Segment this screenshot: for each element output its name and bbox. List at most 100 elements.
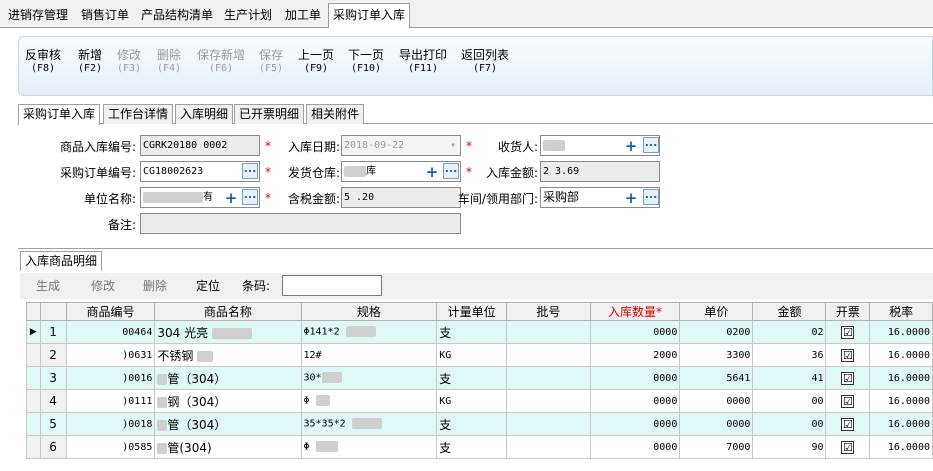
col-tax-rate[interactable]: 税率 <box>869 302 933 321</box>
cell-item-name[interactable]: 管（304） <box>154 412 302 436</box>
invoice-checkbox[interactable]: ☑ <box>841 372 855 385</box>
cell-qty[interactable]: 0000 <box>589 366 681 390</box>
browse-unit-button[interactable]: ... <box>242 189 258 205</box>
col-batch[interactable]: 批号 <box>506 302 591 321</box>
col-price[interactable]: 单价 <box>679 302 754 321</box>
tab-attachments[interactable]: 相关附件 <box>306 104 365 124</box>
cell-tax-rate[interactable]: 16.0000 <box>869 412 933 436</box>
cell-qty[interactable]: 0000 <box>589 412 681 436</box>
cell-price[interactable]: 5641 <box>679 366 754 390</box>
cell-spec[interactable]: 12# <box>300 343 438 367</box>
date-field[interactable]: 2018-09-22 ▾ <box>341 135 461 156</box>
doc-tab-production-plan[interactable]: 生产计划 <box>220 4 276 28</box>
cell-amount[interactable]: 41 <box>752 366 827 390</box>
save-new-button[interactable]: 保存新增 (F6) <box>197 49 245 75</box>
save-button[interactable]: 保存 (F5) <box>259 49 283 75</box>
cell-amount[interactable]: 02 <box>752 320 827 344</box>
invoice-checkbox[interactable]: ☑ <box>841 418 855 431</box>
receiver-field[interactable] <box>540 135 660 156</box>
col-item-code[interactable]: 商品编号 <box>65 302 156 321</box>
doc-tab-sales-order[interactable]: 销售订单 <box>77 4 133 28</box>
cell-qty[interactable]: 0000 <box>589 389 681 413</box>
cell-tax-rate[interactable]: 16.0000 <box>869 343 933 367</box>
invoice-checkbox[interactable]: ☑ <box>841 349 855 362</box>
cell-price[interactable]: 0200 <box>679 320 754 344</box>
doc-tab-work-order[interactable]: 加工单 <box>281 4 325 28</box>
browse-dept-button[interactable]: ... <box>643 189 659 205</box>
table-row[interactable]: 2 )0631 不锈钢 12# KG 2000 3300 36 ☑ 16.000… <box>26 343 933 367</box>
cell-price[interactable]: 7000 <box>679 435 754 459</box>
cell-amount[interactable]: 90 <box>752 435 827 459</box>
cell-item-name[interactable]: 管(304) <box>154 435 302 459</box>
cell-item-code[interactable]: )0018 <box>65 412 156 436</box>
row-delete-button[interactable]: 删除 <box>143 273 167 299</box>
cell-unit[interactable]: 支 <box>436 366 508 390</box>
cell-item-name[interactable]: 不锈钢 <box>154 343 302 367</box>
table-row[interactable]: 6 )0585 管(304) Φ 支 0000 7000 90 ☑ 16.000… <box>26 435 933 459</box>
generate-button[interactable]: 生成 <box>36 273 60 299</box>
cell-qty[interactable]: 2000 <box>589 343 681 367</box>
cell-unit[interactable]: 支 <box>436 320 508 344</box>
cell-invoice[interactable]: ☑ <box>825 389 871 413</box>
col-unit[interactable]: 计量单位 <box>436 302 508 321</box>
table-row[interactable]: ▶ 1 00464 304 光亮 Φ141*2 支 0000 0200 02 ☑… <box>26 320 933 344</box>
browse-warehouse-button[interactable]: ... <box>443 163 459 179</box>
col-item-name[interactable]: 商品名称 <box>154 302 302 321</box>
doc-tab-inventory[interactable]: 进销存管理 <box>4 4 72 28</box>
cell-unit[interactable]: 支 <box>436 412 508 436</box>
delete-button[interactable]: 删除 (F4) <box>157 49 181 75</box>
edit-button[interactable]: 修改 (F3) <box>117 49 141 75</box>
calendar-dropdown-icon[interactable]: ▾ <box>450 136 456 155</box>
back-to-list-button[interactable]: 返回列表 (F7) <box>461 49 509 75</box>
new-button[interactable]: 新增 (F2) <box>78 49 102 75</box>
table-row[interactable]: 5 )0018 管（304） 35*35*2 支 0000 0000 00 ☑ … <box>26 412 933 436</box>
cell-invoice[interactable]: ☑ <box>825 343 871 367</box>
tab-purchase-receipt[interactable]: 采购订单入库 <box>18 104 101 125</box>
cell-item-code[interactable]: )0631 <box>65 343 156 367</box>
cell-price[interactable]: 0000 <box>679 389 754 413</box>
cell-item-code[interactable]: )0585 <box>65 435 156 459</box>
cell-amount[interactable]: 00 <box>752 389 827 413</box>
add-dept-icon[interactable]: + <box>624 191 638 206</box>
cell-unit[interactable]: KG <box>436 389 508 413</box>
row-edit-button[interactable]: 修改 <box>91 273 115 299</box>
tab-receipt-items[interactable]: 入库商品明细 <box>20 251 103 271</box>
cell-batch[interactable] <box>506 320 591 344</box>
prev-page-button[interactable]: 上一页 (F9) <box>298 49 334 75</box>
cell-batch[interactable] <box>506 435 591 459</box>
next-page-button[interactable]: 下一页 (F10) <box>348 49 384 75</box>
cell-batch[interactable] <box>506 366 591 390</box>
invoice-checkbox[interactable]: ☑ <box>841 326 855 339</box>
invoice-checkbox[interactable]: ☑ <box>841 441 855 454</box>
col-spec[interactable]: 规格 <box>300 302 438 321</box>
receipt-no-field[interactable]: CGRK20180 0002 <box>140 135 260 156</box>
tab-invoiced-detail[interactable]: 已开票明细 <box>234 104 305 124</box>
unapprove-button[interactable]: 反审核 (F8) <box>25 49 61 75</box>
browse-receiver-button[interactable]: ... <box>643 137 659 153</box>
cell-invoice[interactable]: ☑ <box>825 435 871 459</box>
barcode-input[interactable] <box>282 275 382 296</box>
export-print-button[interactable]: 导出打印 (F11) <box>399 49 447 75</box>
cell-qty[interactable]: 0000 <box>589 320 681 344</box>
browse-po-button[interactable]: ... <box>242 163 258 179</box>
invoice-checkbox[interactable]: ☑ <box>841 395 855 408</box>
amount-field[interactable]: 2 3.69 <box>540 161 660 182</box>
cell-unit[interactable]: 支 <box>436 435 508 459</box>
tab-receipt-detail[interactable]: 入库明细 <box>175 104 234 124</box>
col-qty[interactable]: 入库数量* <box>589 302 681 321</box>
doc-tab-purchase-receipt[interactable]: 采购订单入库 <box>328 3 411 29</box>
cell-amount[interactable]: 36 <box>752 343 827 367</box>
cell-tax-rate[interactable]: 16.0000 <box>869 320 933 344</box>
cell-batch[interactable] <box>506 412 591 436</box>
cell-item-code[interactable]: )0016 <box>65 366 156 390</box>
cell-spec[interactable]: Φ <box>300 435 438 459</box>
cell-spec[interactable]: Φ141*2 <box>300 320 438 344</box>
add-unit-icon[interactable]: + <box>224 191 238 206</box>
cell-tax-rate[interactable]: 16.0000 <box>869 389 933 413</box>
cell-item-name[interactable]: 钢（304） <box>154 389 302 413</box>
cell-spec[interactable]: Φ <box>300 389 438 413</box>
cell-batch[interactable] <box>506 343 591 367</box>
cell-tax-rate[interactable]: 16.0000 <box>869 435 933 459</box>
add-receiver-icon[interactable]: + <box>624 139 638 154</box>
cell-price[interactable]: 3300 <box>679 343 754 367</box>
